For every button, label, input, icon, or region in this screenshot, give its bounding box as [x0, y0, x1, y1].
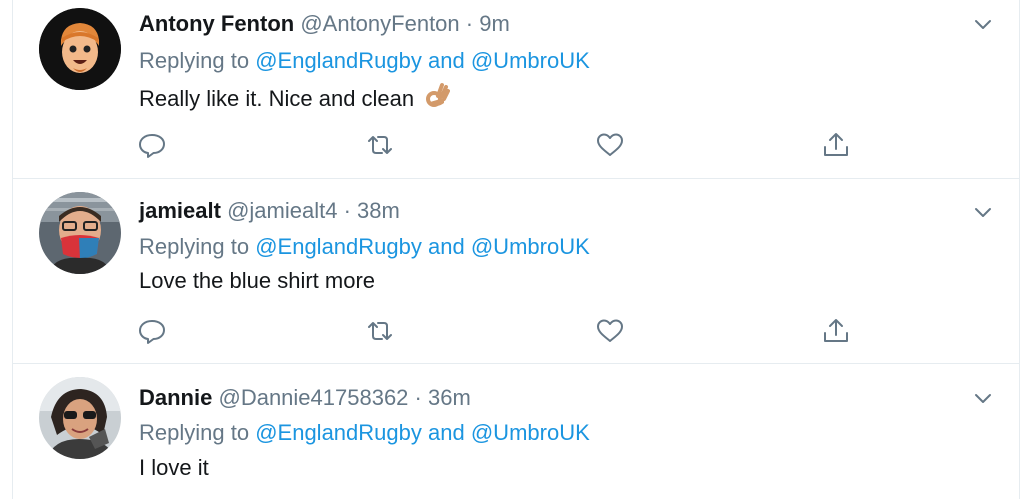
- author-handle[interactable]: @Dannie41758362: [218, 385, 408, 410]
- tweet-header: Dannie @Dannie41758362 · 36m: [139, 384, 471, 412]
- share-icon[interactable]: [819, 314, 853, 348]
- mention-conjunction: and: [428, 420, 465, 445]
- replying-to: Replying to @EnglandRugby and @UmbroUK: [139, 418, 590, 448]
- mention-link[interactable]: @EnglandRugby: [255, 234, 422, 259]
- author-handle[interactable]: @AntonyFenton: [300, 11, 459, 36]
- like-icon[interactable]: [593, 314, 627, 348]
- tweet-header: jamiealt @jamiealt4 · 38m: [139, 197, 400, 225]
- mention-conjunction: and: [428, 234, 465, 259]
- separator: ·: [465, 11, 474, 36]
- replying-to-label: Replying to: [139, 420, 250, 445]
- ok-hand-emoji: [424, 82, 451, 118]
- tweet-text-content: Love the blue shirt more: [139, 268, 376, 293]
- avatar[interactable]: [39, 377, 121, 459]
- tweet-text-content: Really like it. Nice and clean: [139, 86, 415, 111]
- retweet-icon[interactable]: [363, 128, 397, 162]
- tweet-text: I love it: [139, 453, 209, 483]
- mention-conjunction: and: [428, 48, 465, 73]
- tweet-text-content: I love it: [139, 455, 209, 480]
- tweet-text: Really like it. Nice and clean: [139, 82, 451, 112]
- separator: ·: [343, 198, 351, 223]
- author-name[interactable]: Antony Fenton: [139, 11, 294, 36]
- separator: ·: [414, 385, 422, 410]
- author-handle[interactable]: @jamiealt4: [227, 198, 337, 223]
- avatar[interactable]: [39, 192, 121, 274]
- mention-link[interactable]: @EnglandRugby: [255, 420, 422, 445]
- timestamp[interactable]: 38m: [357, 198, 400, 223]
- chevron-down-icon[interactable]: [971, 12, 995, 36]
- tweet-header: Antony Fenton @AntonyFenton · 9m: [139, 10, 510, 38]
- reply-icon[interactable]: [135, 128, 169, 162]
- tweet-item[interactable]: Antony Fenton @AntonyFenton · 9m Replyin…: [13, 0, 1019, 179]
- replying-to-label: Replying to: [139, 234, 250, 259]
- replying-to-label: Replying to: [139, 48, 250, 73]
- reply-icon[interactable]: [135, 314, 169, 348]
- replying-to: Replying to @EnglandRugby and @UmbroUK: [139, 232, 590, 262]
- tweet-item[interactable]: jamiealt @jamiealt4 · 38m Replying to @E…: [13, 179, 1019, 364]
- tweet-actions: [13, 128, 1019, 162]
- mention-link[interactable]: @UmbroUK: [471, 48, 590, 73]
- author-name[interactable]: Dannie: [139, 385, 212, 410]
- chevron-down-icon[interactable]: [971, 386, 995, 410]
- retweet-icon[interactable]: [363, 314, 397, 348]
- avatar[interactable]: [39, 8, 121, 90]
- timestamp[interactable]: 9m: [479, 11, 510, 36]
- author-name[interactable]: jamiealt: [139, 198, 221, 223]
- tweet-feed: Antony Fenton @AntonyFenton · 9m Replyin…: [12, 0, 1020, 499]
- tweet-text: Love the blue shirt more: [139, 266, 375, 296]
- tweet-actions: [13, 314, 1019, 348]
- mention-link[interactable]: @UmbroUK: [471, 234, 590, 259]
- tweet-item[interactable]: Dannie @Dannie41758362 · 36m Replying to…: [13, 364, 1019, 504]
- mention-link[interactable]: @UmbroUK: [471, 420, 590, 445]
- mention-link[interactable]: @EnglandRugby: [255, 48, 422, 73]
- like-icon[interactable]: [593, 128, 627, 162]
- chevron-down-icon[interactable]: [971, 200, 995, 224]
- share-icon[interactable]: [819, 128, 853, 162]
- timestamp[interactable]: 36m: [428, 385, 471, 410]
- replying-to: Replying to @EnglandRugby and @UmbroUK: [139, 46, 590, 76]
